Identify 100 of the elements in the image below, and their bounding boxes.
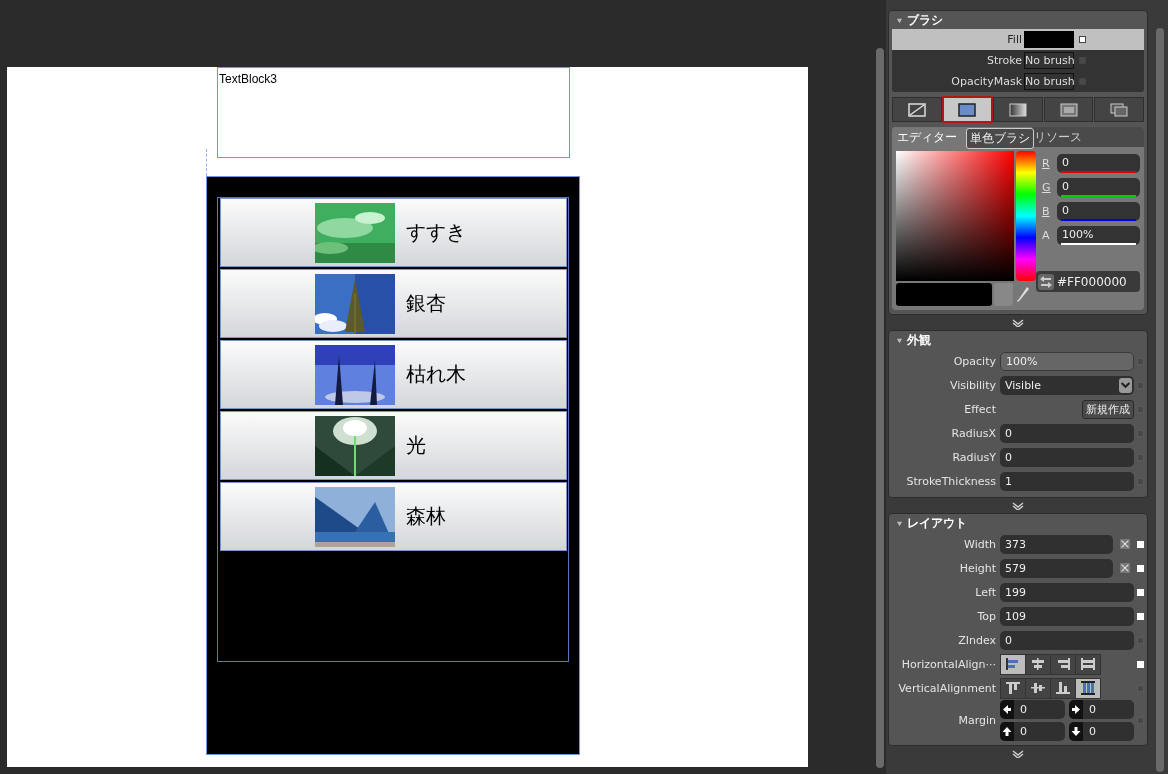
brush-type-tab[interactable] bbox=[1094, 97, 1144, 122]
item-label: 枯れ木 bbox=[406, 361, 466, 388]
arrow-left-icon bbox=[1000, 700, 1014, 719]
stacked-squares-icon bbox=[1110, 102, 1129, 117]
editor-tab[interactable]: リソース bbox=[1030, 127, 1144, 147]
selected-rectangle[interactable]: すすき 銀杏 枯れ木 光 森林 bbox=[206, 176, 580, 755]
textblock-text: TextBlock3 bbox=[218, 72, 278, 86]
input-field[interactable]: 373 bbox=[1000, 534, 1113, 554]
list-item[interactable]: 枯れ木 bbox=[220, 340, 567, 409]
property-label: Effect bbox=[963, 402, 997, 416]
tooltip: 単色ブラシ bbox=[966, 128, 1034, 149]
brush-type-tab[interactable] bbox=[942, 97, 993, 122]
input-field[interactable]: 0 bbox=[1000, 423, 1134, 443]
input-field[interactable]: 579 bbox=[1000, 558, 1113, 578]
input-field[interactable]: 0 bbox=[1000, 447, 1134, 467]
stretch-horizontal-icon bbox=[1080, 657, 1096, 671]
property-label: VerticalAlignment bbox=[897, 681, 997, 695]
brush-type-tab[interactable] bbox=[1043, 97, 1094, 122]
alignment-button[interactable] bbox=[1001, 654, 1025, 674]
property-label: RadiusX bbox=[950, 426, 997, 440]
align-bottom-icon bbox=[1055, 681, 1071, 695]
align-middle-icon bbox=[1030, 681, 1046, 695]
margin-left-field[interactable]: 0 bbox=[1000, 700, 1065, 719]
list-item[interactable]: 森林 bbox=[220, 482, 567, 551]
alignment-button[interactable] bbox=[1026, 654, 1050, 674]
image-brush-icon bbox=[1059, 102, 1078, 117]
list-item[interactable]: 光 bbox=[220, 411, 567, 480]
channel-label: A bbox=[1042, 228, 1051, 242]
alignment-button[interactable] bbox=[1001, 678, 1025, 698]
property-label: Top bbox=[976, 609, 997, 623]
item-label: すすき bbox=[406, 219, 466, 246]
alignment-button[interactable] bbox=[1051, 678, 1075, 698]
channel-label: G bbox=[1042, 180, 1051, 194]
channel-field[interactable]: 0 bbox=[1057, 153, 1140, 173]
color-field[interactable] bbox=[896, 151, 1014, 281]
list-item[interactable]: すすき bbox=[220, 198, 567, 267]
expand-icon[interactable] bbox=[1012, 750, 1024, 758]
item-label: 銀杏 bbox=[406, 290, 446, 317]
color-swatch[interactable] bbox=[1024, 31, 1074, 48]
brush-property-row[interactable]: Stroke No brush bbox=[892, 50, 1144, 71]
brush-type-tab[interactable] bbox=[892, 97, 942, 122]
new-effect-button[interactable]: 新規作成 bbox=[1082, 399, 1134, 419]
arrow-up-icon bbox=[1000, 722, 1014, 741]
alignment-button[interactable] bbox=[1076, 654, 1100, 674]
scrollbar[interactable] bbox=[1156, 28, 1164, 772]
brush-type-tab[interactable] bbox=[993, 97, 1043, 122]
section-title: ブラシ bbox=[907, 12, 943, 29]
collapse-icon[interactable] bbox=[896, 16, 903, 24]
expand-icon[interactable] bbox=[1012, 502, 1024, 510]
input-field[interactable]: 109 bbox=[1000, 606, 1134, 626]
collapse-icon[interactable] bbox=[896, 519, 903, 527]
channel-field[interactable]: 0 bbox=[1057, 201, 1140, 221]
margin-bottom-field[interactable]: 0 bbox=[1069, 722, 1134, 741]
arrow-down-icon bbox=[1069, 722, 1083, 741]
property-label: HorizontalAlign··· bbox=[900, 657, 997, 671]
align-left-icon bbox=[1005, 657, 1021, 671]
arrow-right-icon bbox=[1069, 700, 1083, 719]
alignment-button[interactable] bbox=[1051, 654, 1075, 674]
visibility-dropdown[interactable]: Visible bbox=[1000, 375, 1134, 395]
property-marker[interactable] bbox=[1079, 36, 1086, 43]
auto-size-icon[interactable] bbox=[1120, 563, 1130, 573]
stretch-vertical-icon bbox=[1080, 681, 1096, 695]
input-field[interactable]: 199 bbox=[1000, 582, 1134, 602]
property-label: Margin bbox=[957, 714, 997, 727]
textblock-frame[interactable]: TextBlock3 bbox=[217, 67, 570, 158]
property-label: ZIndex bbox=[957, 633, 997, 647]
opacity-field[interactable]: 100% bbox=[1000, 351, 1134, 371]
auto-size-icon[interactable] bbox=[1120, 539, 1130, 549]
brush-property-row[interactable]: OpacityMask No brush bbox=[892, 71, 1144, 92]
align-top-icon bbox=[1005, 681, 1021, 695]
channel-label: B bbox=[1042, 204, 1051, 218]
channel-field[interactable]: 0 bbox=[1057, 177, 1140, 197]
scrollbar[interactable] bbox=[876, 48, 884, 768]
brush-value[interactable]: No brush bbox=[1024, 52, 1074, 69]
gradient-icon bbox=[1009, 102, 1027, 117]
property-label: Opacity bbox=[952, 354, 997, 368]
margin-top-field[interactable]: 0 bbox=[1000, 722, 1065, 741]
list-item[interactable]: 銀杏 bbox=[220, 269, 567, 338]
eyedropper-icon[interactable] bbox=[1015, 284, 1031, 305]
swap-icon[interactable] bbox=[1038, 273, 1054, 290]
channel-field[interactable]: 100% bbox=[1057, 225, 1140, 245]
item-label: 光 bbox=[406, 432, 426, 459]
expand-icon[interactable] bbox=[1012, 319, 1024, 327]
collapse-icon[interactable] bbox=[896, 336, 903, 344]
property-label: Left bbox=[974, 585, 997, 599]
align-right-icon bbox=[1055, 657, 1071, 671]
input-field[interactable]: 0 bbox=[1000, 630, 1134, 650]
brush-value[interactable]: No brush bbox=[1024, 73, 1074, 90]
brush-property-row[interactable]: Fill bbox=[892, 29, 1144, 50]
property-label: RadiusY bbox=[951, 450, 997, 464]
alignment-button[interactable] bbox=[1076, 678, 1100, 698]
margin-right-field[interactable]: 0 bbox=[1069, 700, 1134, 719]
property-label: Visibility bbox=[948, 378, 997, 392]
property-label: StrokeThickness bbox=[905, 474, 997, 488]
hex-field[interactable]: #FF000000 bbox=[1036, 271, 1140, 292]
chevron-down-icon bbox=[1119, 377, 1132, 393]
section-title: レイアウト bbox=[907, 515, 967, 532]
alignment-button[interactable] bbox=[1026, 678, 1050, 698]
input-field[interactable]: 1 bbox=[1000, 471, 1134, 491]
align-center-icon bbox=[1030, 657, 1046, 671]
